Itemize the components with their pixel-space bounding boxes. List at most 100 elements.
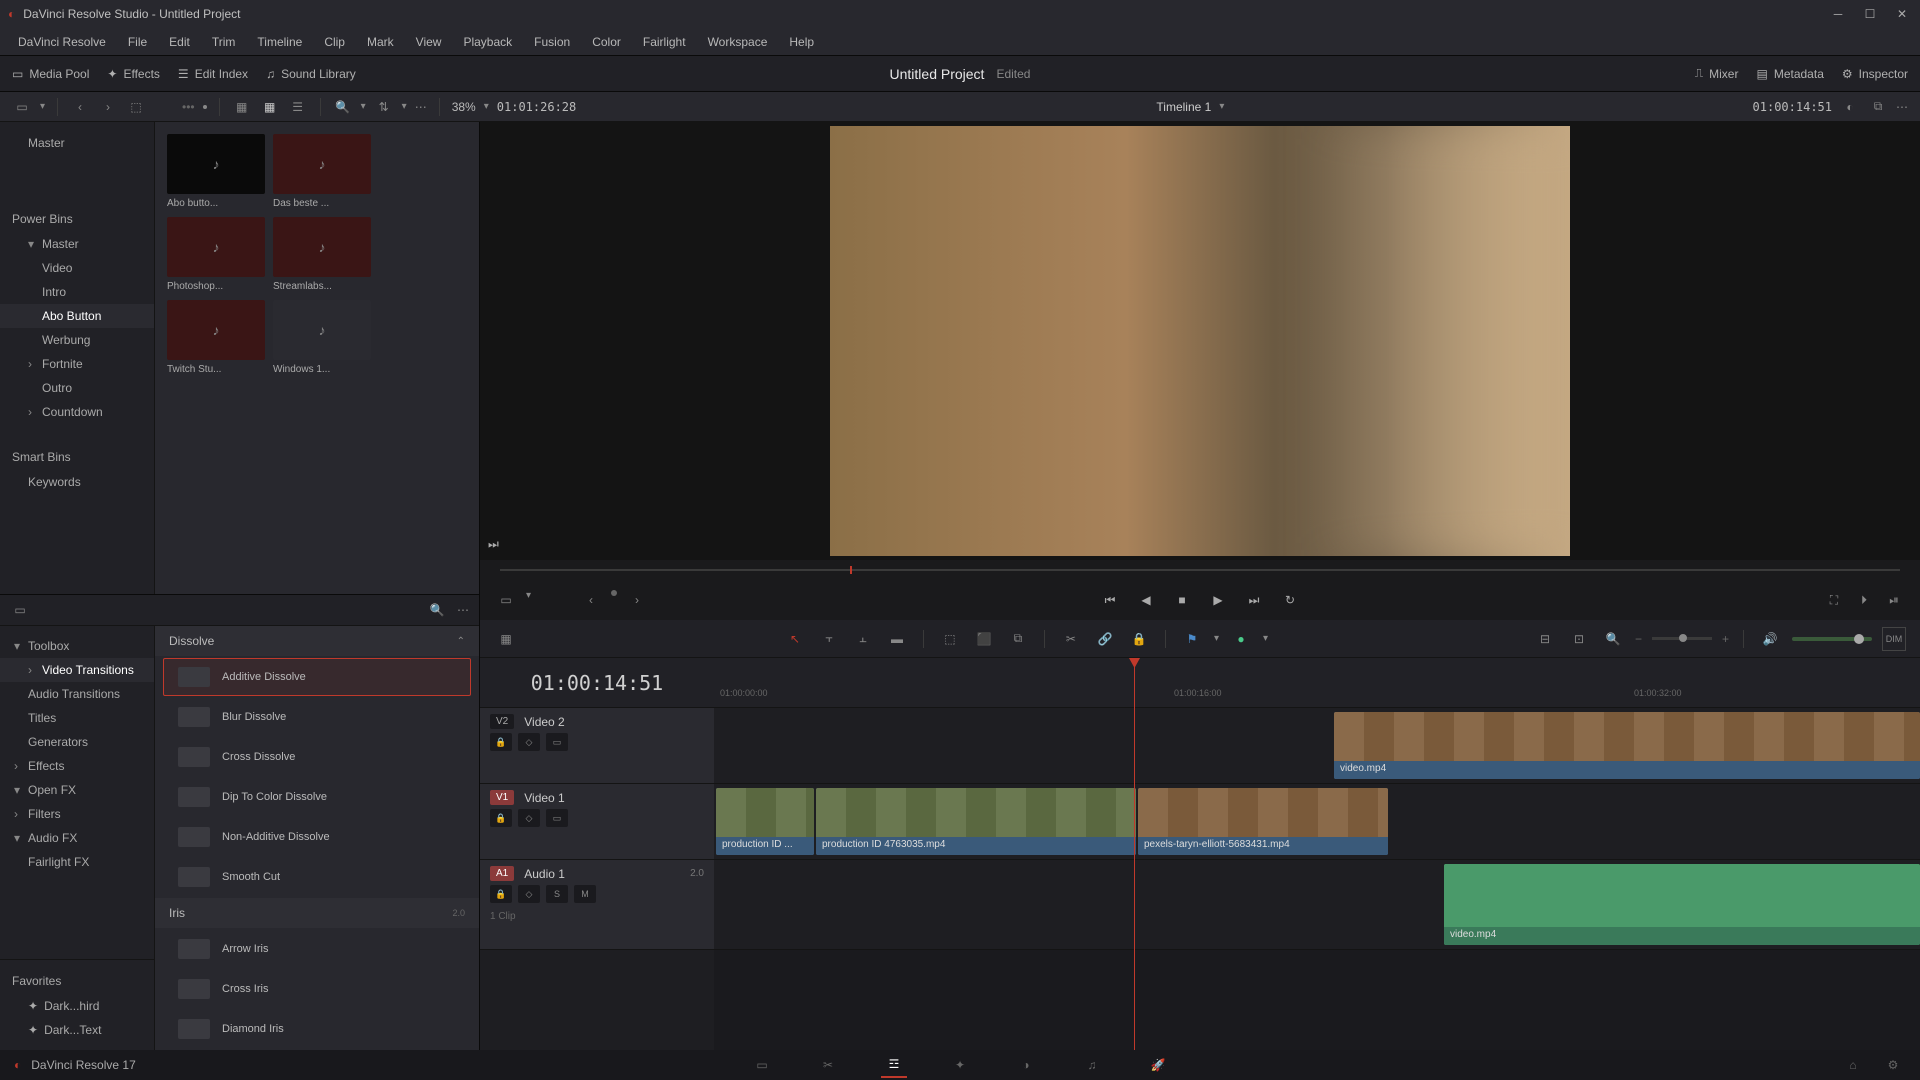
fx-titles[interactable]: Titles [0,706,154,730]
bin-intro[interactable]: Intro [0,280,154,304]
fx-arrow-iris[interactable]: Arrow Iris [163,930,471,968]
fx-search-icon[interactable]: 🔍 [427,600,447,620]
blade-edit-icon[interactable]: ✂ [1059,627,1083,651]
go-last-button[interactable]: ⏭ [1243,589,1265,611]
track-header-v1[interactable]: V1 Video 1 🔒 ◇ ▭ [480,784,714,860]
stop-button[interactable]: ■ [1171,589,1193,611]
insert-mode-icon[interactable]: ▭ [496,590,516,610]
search-icon[interactable]: 🔍 [333,97,353,117]
timeline-clip-v2[interactable]: video.mp4 [1334,712,1920,779]
clip-thumb[interactable]: ♪Abo butto... [167,134,265,209]
sort-icon[interactable]: ⇅ [374,97,394,117]
fx-smooth-cut[interactable]: Smooth Cut [163,858,471,896]
link-icon[interactable]: 🔗 [1093,627,1117,651]
import-icon[interactable]: ⬚ [126,97,146,117]
menu-fairlight[interactable]: Fairlight [633,31,696,53]
cut-page-button[interactable]: ✂ [815,1052,841,1078]
track-auto-select-v1[interactable]: ◇ [518,809,540,827]
favorite-2[interactable]: ✦Dark...Text [0,1018,154,1042]
track-lock-v2[interactable]: 🔒 [490,733,512,751]
fx-dip-color-dissolve[interactable]: Dip To Color Dissolve [163,778,471,816]
step-back-button[interactable]: ◀ [1135,589,1157,611]
loop-button[interactable]: ↻ [1279,589,1301,611]
clip-thumb[interactable]: ♪Twitch Stu... [167,300,265,375]
fx-toolbox[interactable]: ▾Toolbox [0,634,154,658]
track-header-v2[interactable]: V2 Video 2 🔒 ◇ ▭ [480,708,714,784]
next-edit-icon[interactable]: › [627,590,647,610]
fx-blur-dissolve[interactable]: Blur Dissolve [163,698,471,736]
zoom-search-icon[interactable]: 🔍 [1601,627,1625,651]
chevron-down-icon[interactable]: ▾ [40,101,45,112]
track-badge-v2[interactable]: V2 [490,714,514,729]
clip-thumb[interactable]: ♪Streamlabs... [273,217,371,292]
view-list-icon[interactable]: ☰ [288,97,308,117]
maximize-button[interactable]: ☐ [1860,4,1880,24]
minimize-button[interactable]: ─ [1828,4,1848,24]
project-settings-button[interactable]: ⚙ [1880,1052,1906,1078]
match-frame-icon[interactable]: ⏭ [488,537,499,552]
menu-fusion[interactable]: Fusion [524,31,580,53]
clip-thumb[interactable]: ♪Das beste ... [273,134,371,209]
metadata-toggle[interactable]: ▤ Metadata [1756,67,1823,81]
fx-non-additive-dissolve[interactable]: Non-Additive Dissolve [163,818,471,856]
timeline-name[interactable]: Timeline 1 [1156,100,1211,114]
dim-button[interactable]: DIM [1882,627,1906,651]
fx-panel-toggle-icon[interactable]: ▭ [10,600,30,620]
selection-tool[interactable]: ↖ [783,627,807,651]
overwrite-clip-icon[interactable]: ⬛ [972,627,996,651]
power-master[interactable]: ▾Master [0,232,154,256]
timeline-clip-v1-2[interactable]: production ID 4763035.mp4 [816,788,1136,855]
fx-diamond-iris[interactable]: Diamond Iris [163,1010,471,1048]
timeline-view-options-icon[interactable]: ▦ [494,627,518,651]
insert-clip-icon[interactable]: ⬚ [938,627,962,651]
source-zoom[interactable]: 38% [452,100,476,114]
deliver-page-button[interactable]: 🚀 [1145,1052,1171,1078]
view-filmstrip-icon[interactable]: ▦ [232,97,252,117]
lock-icon[interactable]: 🔒 [1127,627,1151,651]
bin-countdown[interactable]: ›Countdown [0,400,154,424]
playhead[interactable] [1134,658,1135,1050]
effects-toggle[interactable]: ✦ Effects [107,67,160,81]
track-lane-v1[interactable]: production ID ... production ID 4763035.… [714,784,1920,860]
smart-keywords[interactable]: Keywords [0,470,154,494]
viewer-scrubber[interactable] [480,560,1920,580]
track-lock-a1[interactable]: 🔒 [490,885,512,903]
menu-view[interactable]: View [406,31,452,53]
fx-cross-dissolve[interactable]: Cross Dissolve [163,738,471,776]
menu-help[interactable]: Help [779,31,824,53]
menu-timeline[interactable]: Timeline [247,31,312,53]
menu-mark[interactable]: Mark [357,31,404,53]
edit-index-toggle[interactable]: ☰ Edit Index [178,67,248,81]
play-button[interactable]: ▶ [1207,589,1229,611]
flag-icon[interactable]: ⚑ [1180,627,1204,651]
fx-cross-iris[interactable]: Cross Iris [163,970,471,1008]
fx-audiofx[interactable]: ▾Audio FX [0,826,154,850]
bin-outro[interactable]: Outro [0,376,154,400]
blade-tool[interactable]: ▬ [885,627,909,651]
fx-generators[interactable]: Generators [0,730,154,754]
clip-thumb[interactable]: ♪Windows 1... [273,300,371,375]
go-end-icon[interactable]: ⏯ [1884,590,1904,610]
trim-tool[interactable]: ⫟ [817,627,841,651]
fx-video-transitions[interactable]: ›Video Transitions [0,658,154,682]
timeline-clip-v1-3[interactable]: pexels-taryn-elliott-5683431.mp4 [1138,788,1388,855]
fx-fairlightfx[interactable]: Fairlight FX [0,850,154,874]
timeline-clip-v1-1[interactable]: production ID ... [716,788,814,855]
track-solo-a1[interactable]: S [546,885,568,903]
dual-viewer-icon[interactable]: ⧉ [1868,97,1888,117]
track-lane-v2[interactable]: video.mp4 [714,708,1920,784]
menu-clip[interactable]: Clip [314,31,355,53]
marker-icon[interactable]: ● [1229,627,1253,651]
home-button[interactable]: ⌂ [1840,1052,1866,1078]
timeline-ruler[interactable]: 01:00:00:00 01:00:16:00 01:00:32:00 [714,658,1920,708]
mute-icon[interactable]: 🔊 [1758,627,1782,651]
bypass-grade-icon[interactable]: ◐ [1840,97,1860,117]
smart-bins-header[interactable]: Smart Bins [0,444,154,470]
fx-effects[interactable]: ›Effects [0,754,154,778]
inspector-toggle[interactable]: ⚙ Inspector [1842,67,1908,81]
prev-edit-icon[interactable]: ‹ [581,590,601,610]
favorite-1[interactable]: ✦Dark...hird [0,994,154,1018]
zoom-fit-icon[interactable]: ⊡ [1567,627,1591,651]
bin-list-toggle[interactable]: ▭ [12,97,32,117]
track-badge-v1[interactable]: V1 [490,790,514,805]
